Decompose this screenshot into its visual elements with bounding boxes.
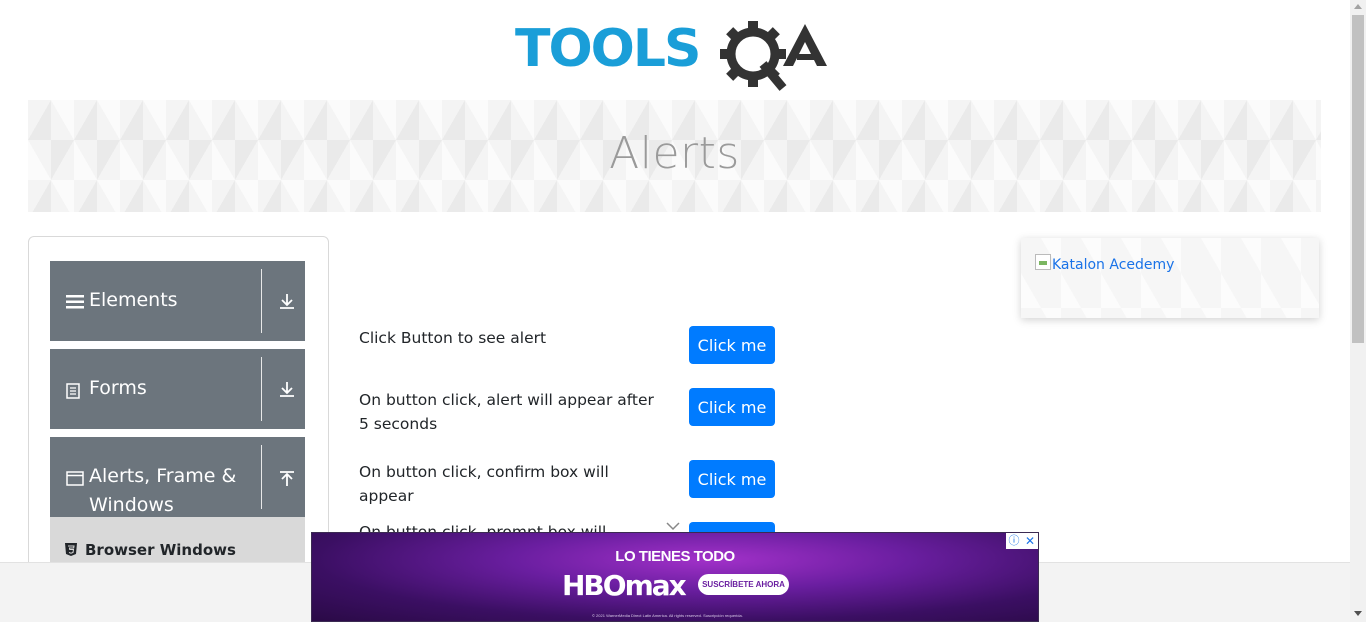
katalon-ad[interactable]: Katalon Acedemy bbox=[1021, 238, 1319, 318]
subscribe-button[interactable]: SUSCRÍBETE AHORA bbox=[698, 574, 789, 595]
ad-fine-print: © 2021 WarnerMedia Direct Latin America.… bbox=[592, 613, 743, 618]
sidebar-group-label: Elements bbox=[89, 289, 178, 311]
sidebar-item-label: Browser Windows bbox=[85, 541, 236, 559]
ad-headline: LO TIENES TODO bbox=[615, 548, 735, 565]
ad-close-icon[interactable]: ✕ bbox=[1022, 533, 1038, 549]
upload-arrow-icon[interactable] bbox=[278, 470, 296, 493]
broken-image-icon bbox=[1035, 254, 1051, 270]
sidebar-group-label: Forms bbox=[89, 377, 147, 399]
scrollbar-thumb[interactable] bbox=[1352, 15, 1364, 343]
toolsqa-logo[interactable]: TOOLS bbox=[515, 16, 840, 92]
alert-button[interactable]: Click me bbox=[689, 326, 775, 364]
page-title: Alerts bbox=[609, 128, 740, 179]
divider bbox=[261, 357, 262, 421]
ad-info-icon[interactable]: ⓘ bbox=[1006, 533, 1022, 549]
html5-icon bbox=[65, 543, 77, 561]
sidebar-group-elements[interactable]: Elements bbox=[50, 261, 305, 341]
hamburger-icon bbox=[66, 295, 84, 314]
confirm-button[interactable]: Click me bbox=[689, 460, 775, 498]
download-arrow-icon[interactable] bbox=[278, 380, 296, 403]
confirm-description: On button click, confirm box will appear bbox=[359, 463, 609, 505]
alert-description: Click Button to see alert bbox=[359, 329, 547, 347]
sidebar-group-label: Alerts, Frame & Windows bbox=[89, 465, 237, 516]
window-icon bbox=[66, 471, 84, 491]
scroll-down-arrow-icon[interactable] bbox=[1354, 611, 1362, 616]
timer-alert-description: On button click, alert will appear after… bbox=[359, 391, 654, 433]
page-banner: Alerts bbox=[28, 100, 1321, 212]
hbomax-logo: HBOmax bbox=[562, 569, 687, 602]
divider bbox=[261, 269, 262, 333]
sidebar-group-forms[interactable]: Forms bbox=[50, 349, 305, 429]
timer-alert-button[interactable]: Click me bbox=[689, 388, 775, 426]
site-header: TOOLS bbox=[0, 0, 1350, 100]
hbo-max-ad[interactable]: LO TIENES TODO HBOmax SUSCRÍBETE AHORA ©… bbox=[311, 532, 1039, 622]
katalon-ad-link[interactable]: Katalon Acedemy bbox=[1052, 257, 1174, 273]
svg-text:TOOLS: TOOLS bbox=[515, 19, 699, 79]
sidebar-item-browser-windows[interactable]: Browser Windows bbox=[50, 517, 305, 567]
divider bbox=[261, 445, 262, 509]
sidebar-group-alerts-frame-windows[interactable]: Alerts, Frame & Windows bbox=[50, 437, 305, 517]
scroll-up-arrow-icon[interactable] bbox=[1354, 4, 1362, 9]
download-arrow-icon[interactable] bbox=[278, 292, 296, 315]
document-icon bbox=[66, 383, 80, 404]
vertical-scrollbar[interactable] bbox=[1350, 0, 1366, 622]
